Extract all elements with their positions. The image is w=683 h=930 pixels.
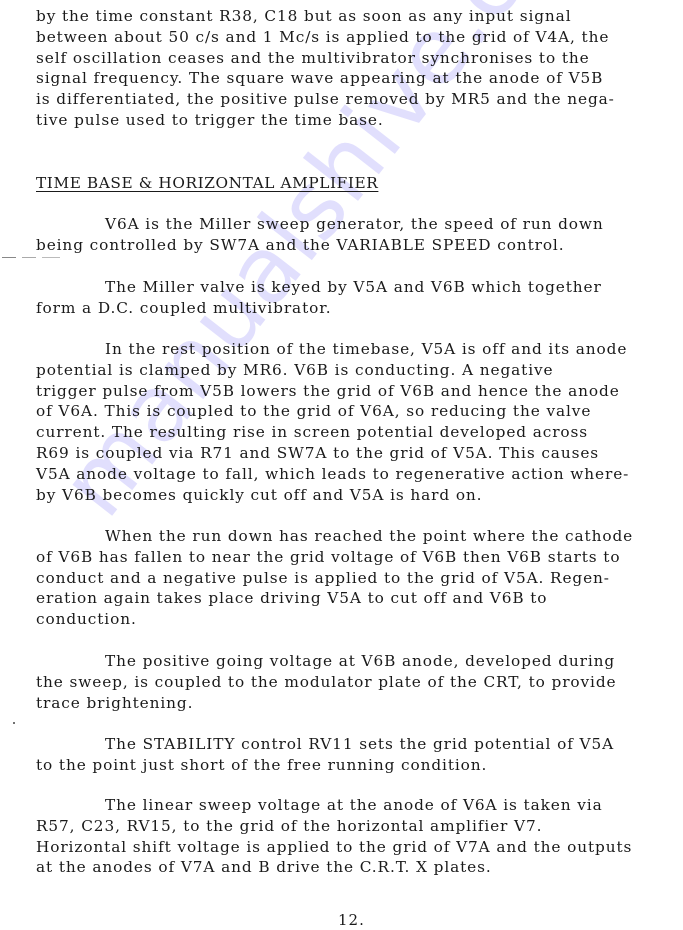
text-line: trigger pulse from V5B lowers the grid o…: [36, 381, 620, 400]
text-line: In the rest position of the timebase, V5…: [105, 340, 628, 358]
text-line: self oscillation ceases and the multivib…: [36, 48, 590, 67]
intro-paragraph: by the time constant R38, C18 but as soo…: [36, 6, 668, 131]
text-line: V5A anode voltage to fall, which leads t…: [36, 464, 630, 483]
text-line: potential is clamped by MR6. V6B is cond…: [36, 360, 554, 379]
text-line: of V6B has fallen to near the grid volta…: [36, 547, 621, 566]
text-line: is differentiated, the positive pulse re…: [36, 90, 615, 109]
manual-page: manualshive.com by the time constant R38…: [0, 0, 683, 930]
text-line: The linear sweep voltage at the anode of…: [105, 796, 603, 814]
text-line: conduction.: [36, 610, 137, 629]
text-line: current. The resulting rise in screen po…: [36, 423, 589, 442]
text-line: by V6B becomes quickly cut off and V5A i…: [36, 485, 483, 504]
paragraph-run-down: When the run down has reached the point …: [36, 526, 668, 630]
text-line: between about 50 c/s and 1 Mc/s is appli…: [36, 27, 610, 46]
text-line: trace brightening.: [36, 693, 194, 712]
text-line: R69 is coupled via R71 and SW7A to the g…: [36, 443, 600, 462]
margin-scan-mark: [2, 257, 60, 258]
text-line: V6A is the Miller sweep generator, the s…: [105, 215, 604, 233]
text-line: R57, C23, RV15, to the grid of the horiz…: [36, 816, 543, 835]
section-heading: TIME BASE & HORIZONTAL AMPLIFIER: [36, 174, 379, 192]
text-line: tive pulse used to trigger the time base…: [36, 110, 384, 129]
paragraph-miller-sweep: V6A is the Miller sweep generator, the s…: [36, 214, 668, 256]
text-line: form a D.C. coupled multivibrator.: [36, 298, 332, 317]
text-line: The Miller valve is keyed by V5A and V6B…: [105, 278, 602, 296]
text-line: The STABILITY control RV11 sets the grid…: [105, 735, 615, 753]
text-line: being controlled by SW7A and the VARIABL…: [36, 235, 565, 254]
margin-scan-dot: [13, 722, 15, 724]
text-line: the sweep, is coupled to the modulator p…: [36, 672, 617, 691]
text-line: The positive going voltage at V6B anode,…: [105, 652, 616, 670]
paragraph-rest-position: In the rest position of the timebase, V5…: [36, 339, 668, 505]
paragraph-trace-brightening: The positive going voltage at V6B anode,…: [36, 651, 668, 713]
text-line: to the point just short of the free runn…: [36, 755, 488, 774]
paragraph-stability-control: The STABILITY control RV11 sets the grid…: [36, 734, 668, 776]
text-line: by the time constant R38, C18 but as soo…: [36, 7, 572, 25]
text-line: signal frequency. The square wave appear…: [36, 69, 604, 88]
text-line: eration again takes place driving V5A to…: [36, 589, 548, 608]
text-line: of V6A. This is coupled to the grid of V…: [36, 402, 592, 421]
text-line: at the anodes of V7A and B drive the C.R…: [36, 858, 492, 877]
text-line: conduct and a negative pulse is applied …: [36, 568, 610, 587]
paragraph-linear-sweep: The linear sweep voltage at the anode of…: [36, 795, 668, 878]
page-number: 12.: [338, 911, 365, 929]
text-line: Horizontal shift voltage is applied to t…: [36, 837, 633, 856]
text-line: When the run down has reached the point …: [105, 527, 634, 545]
paragraph-miller-keyed: The Miller valve is keyed by V5A and V6B…: [36, 277, 668, 319]
